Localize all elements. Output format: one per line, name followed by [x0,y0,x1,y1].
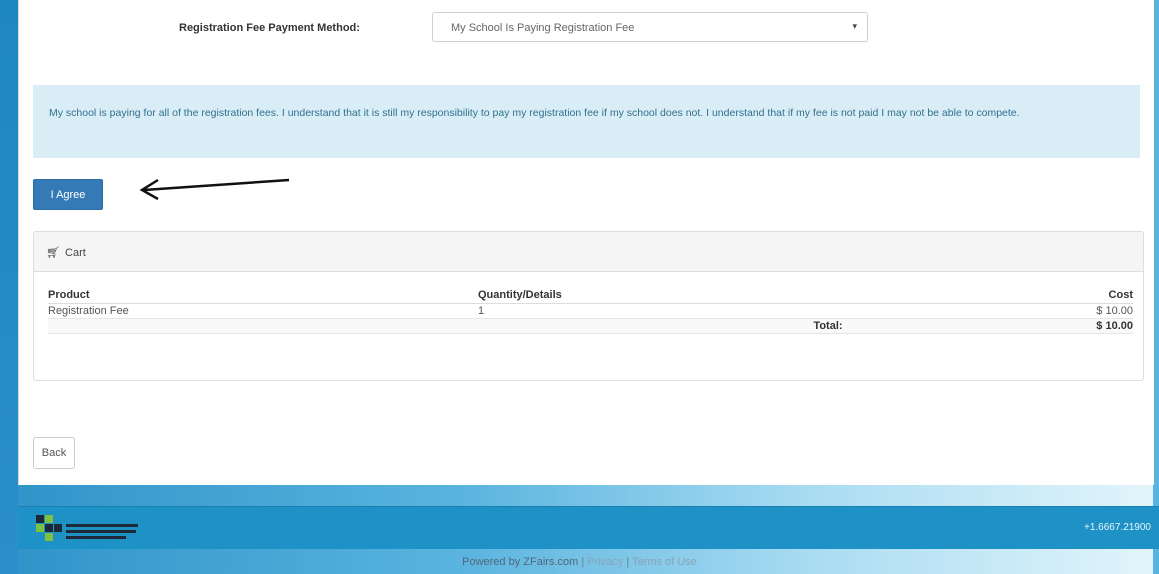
total-label: Total: [478,318,1043,334]
cart-table: Product Quantity/Details Cost Registrati… [48,287,1133,334]
payment-method-row: Registration Fee Payment Method: My Scho… [167,12,868,44]
cost-cell: $ 10.00 [1042,303,1133,319]
agree-button[interactable]: I Agree [33,179,103,210]
terms-link[interactable]: Terms of Use [632,556,697,568]
cart-title: Cart [65,247,86,259]
payment-notice: My school is paying for all of the regis… [33,85,1140,158]
separator: | [581,556,585,568]
caret-down-icon: ▾ [852,21,857,31]
total-value: $ 10.00 [1042,318,1133,334]
powered-by-line: Powered by ZFairs.com | Privacy | Terms … [0,556,1159,568]
main-panel: Registration Fee Payment Method: My Scho… [18,0,1154,485]
cart-panel: 🛒︎ Cart Product Quantity/Details Cost Re… [33,231,1144,381]
powered-by-text: Powered by [462,556,521,568]
quantity-cell: 1 [478,303,1043,319]
payment-method-select[interactable]: My School Is Paying Registration Fee ▾ [432,12,868,42]
footer-bar: +1.6667.21900 [18,506,1159,549]
separator: | [626,556,630,568]
back-button[interactable]: Back [33,437,75,469]
left-border [0,0,18,574]
product-header: Product [48,287,478,304]
total-row: Total: $ 10.00 [48,318,1133,334]
zfairs-link[interactable]: ZFairs.com [523,556,578,568]
annotation-arrow-icon [139,178,290,201]
payment-method-value: My School Is Paying Registration Fee [451,22,635,34]
page-frame: Registration Fee Payment Method: My Scho… [0,0,1159,574]
cost-header: Cost [1042,287,1133,304]
quantity-header: Quantity/Details [478,287,1043,304]
total-spacer [48,318,478,334]
cart-table-header: Product Quantity/Details Cost [48,287,1133,304]
privacy-link[interactable]: Privacy [587,556,623,568]
cart-header: 🛒︎ Cart [34,232,1143,272]
payment-method-label: Registration Fee Payment Method: [179,22,360,34]
table-row: Registration Fee 1 $ 10.00 [48,303,1133,319]
shopping-cart-icon: 🛒︎ [46,247,60,259]
organization-logo-icon [36,515,138,541]
product-cell: Registration Fee [48,303,478,319]
footer-phone: +1.6667.21900 [1083,522,1151,533]
